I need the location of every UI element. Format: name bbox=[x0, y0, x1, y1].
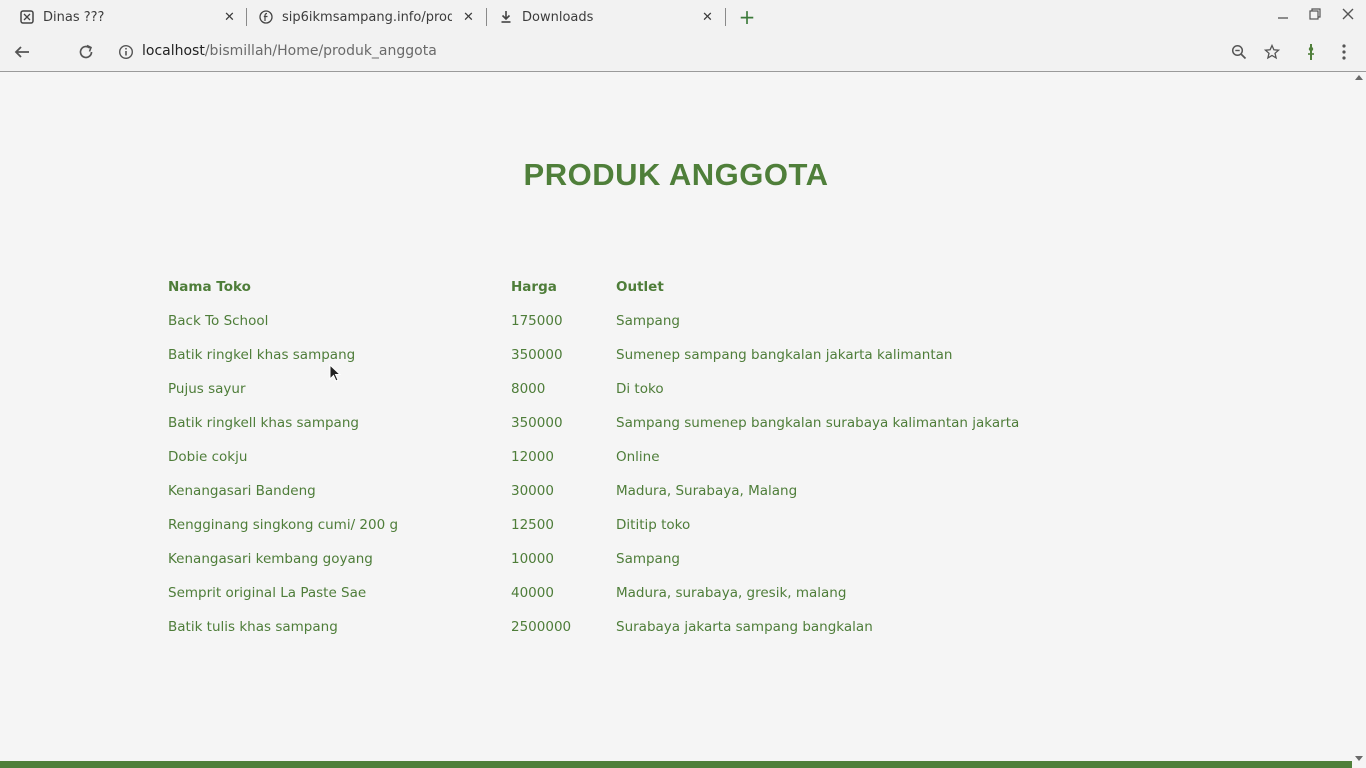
cell-outlet: Di toko bbox=[616, 381, 664, 397]
table-header-row: Nama Toko Harga Outlet bbox=[160, 270, 1027, 304]
table-row: Dobie cokju 12000 Online bbox=[160, 440, 1027, 474]
cell-nama-toko: Batik tulis khas sampang bbox=[168, 619, 338, 635]
zoom-icon[interactable] bbox=[1229, 42, 1249, 62]
cell-harga: 350000 bbox=[511, 415, 563, 431]
close-window-icon[interactable] bbox=[1339, 8, 1357, 26]
column-header-harga: Harga bbox=[511, 279, 557, 295]
page-icon bbox=[20, 10, 34, 24]
back-icon[interactable] bbox=[12, 42, 32, 62]
cell-nama-toko: Semprit original La Paste Sae bbox=[168, 585, 367, 601]
bookmark-star-icon[interactable] bbox=[1262, 42, 1282, 62]
tab-label: Downloads bbox=[522, 9, 594, 25]
url-host: localhost bbox=[142, 43, 205, 59]
info-icon bbox=[259, 10, 273, 24]
cell-harga: 10000 bbox=[511, 551, 554, 567]
site-info-icon[interactable] bbox=[116, 42, 136, 62]
cell-outlet: Dititip toko bbox=[616, 517, 691, 533]
tab-divider bbox=[246, 8, 247, 26]
cell-nama-toko: Rengginang singkong cumi/ 200 g bbox=[168, 517, 399, 533]
cell-nama-toko: Kenangasari Bandeng bbox=[168, 483, 316, 499]
table-row: Batik ringkel khas sampang 350000 Sumenep … bbox=[160, 338, 1027, 372]
restore-icon[interactable] bbox=[1306, 8, 1324, 26]
tab-dinas[interactable]: Dinas ??? bbox=[20, 0, 230, 34]
cell-harga: 30000 bbox=[511, 483, 554, 499]
tab-strip: Dinas ??? ✕ sip6ikmsampang.info/produk ✕… bbox=[0, 0, 1366, 34]
table-row: Rengginang singkong cumi/ 200 g 12500 Diti… bbox=[160, 508, 1027, 542]
footer-bar bbox=[0, 761, 1352, 768]
close-tab-icon[interactable]: ✕ bbox=[224, 0, 235, 34]
cell-outlet: Surabaya jakarta sampang bangkalan bbox=[616, 619, 873, 635]
table-row: Kenangasari Bandeng 30000 Madura, Surabaya… bbox=[160, 474, 1027, 508]
table-row: Batik ringkell khas sampang 350000 Sampang… bbox=[160, 406, 1027, 440]
tab-label: sip6ikmsampang.info/produk bbox=[282, 9, 452, 25]
cell-outlet: Sampang bbox=[616, 313, 680, 329]
address-bar[interactable]: localhost/bismillah/Home/produk_anggota bbox=[142, 43, 437, 59]
table-row: Semprit original La Paste Sae 40000 Madura… bbox=[160, 576, 1027, 610]
extension-icon[interactable] bbox=[1301, 42, 1321, 62]
cell-nama-toko: Back To School bbox=[168, 313, 269, 329]
products-table: Nama Toko Harga Outlet Back To School 175… bbox=[160, 270, 1027, 644]
cell-outlet: Madura, Surabaya, Malang bbox=[616, 483, 798, 499]
cell-harga: 2500000 bbox=[511, 619, 572, 635]
cell-harga: 12500 bbox=[511, 517, 554, 533]
cell-outlet: Online bbox=[616, 449, 660, 465]
cell-nama-toko: Batik ringkell khas sampang bbox=[168, 415, 359, 431]
cell-harga: 40000 bbox=[511, 585, 554, 601]
cell-outlet: Sumenep sampang bangkalan jakarta kalima… bbox=[616, 347, 953, 363]
browser-toolbar: localhost/bismillah/Home/produk_anggota bbox=[0, 34, 1366, 72]
cell-nama-toko: Dobie cokju bbox=[168, 449, 248, 465]
table-row: Back To School 175000 Sampang bbox=[160, 304, 1027, 338]
url-path: /bismillah/Home/produk_anggota bbox=[204, 43, 437, 59]
scroll-up-arrow-icon[interactable] bbox=[1355, 75, 1363, 80]
cell-nama-toko: Kenangasari kembang goyang bbox=[168, 551, 373, 567]
close-tab-icon[interactable]: ✕ bbox=[463, 0, 474, 34]
tab-sip6ikm[interactable]: sip6ikmsampang.info/produk bbox=[259, 0, 453, 34]
cell-harga: 175000 bbox=[511, 313, 563, 329]
column-header-outlet: Outlet bbox=[616, 279, 664, 295]
cell-outlet: Madura, surabaya, gresik, malang bbox=[616, 585, 847, 601]
close-tab-icon[interactable]: ✕ bbox=[702, 0, 713, 34]
column-header-nama-toko: Nama Toko bbox=[168, 279, 251, 295]
cell-harga: 8000 bbox=[511, 381, 546, 397]
menu-icon[interactable] bbox=[1334, 42, 1354, 62]
new-tab-icon[interactable]: + bbox=[738, 7, 756, 27]
tab-label: Dinas ??? bbox=[43, 9, 105, 25]
page-title: PRODUK ANGGOTA bbox=[523, 157, 829, 192]
download-icon bbox=[499, 10, 513, 24]
tab-divider bbox=[725, 8, 726, 26]
table-row: Kenangasari kembang goyang 10000 Sampang bbox=[160, 542, 1027, 576]
cell-outlet: Sampang bbox=[616, 551, 680, 567]
table-row: Pujus sayur 8000 Di toko bbox=[160, 372, 1027, 406]
table-row: Batik tulis khas sampang 2500000 Surabaya … bbox=[160, 610, 1027, 644]
mouse-cursor-icon bbox=[329, 364, 341, 382]
tab-downloads[interactable]: Downloads bbox=[499, 0, 699, 34]
minimize-icon[interactable] bbox=[1274, 8, 1292, 26]
cell-harga: 12000 bbox=[511, 449, 554, 465]
cell-outlet: Sampang sumenep bangkalan surabaya kalim… bbox=[616, 415, 1020, 431]
scroll-down-arrow-icon[interactable] bbox=[1355, 756, 1363, 761]
tab-divider bbox=[486, 8, 487, 26]
reload-icon[interactable] bbox=[76, 42, 96, 62]
cell-harga: 350000 bbox=[511, 347, 563, 363]
